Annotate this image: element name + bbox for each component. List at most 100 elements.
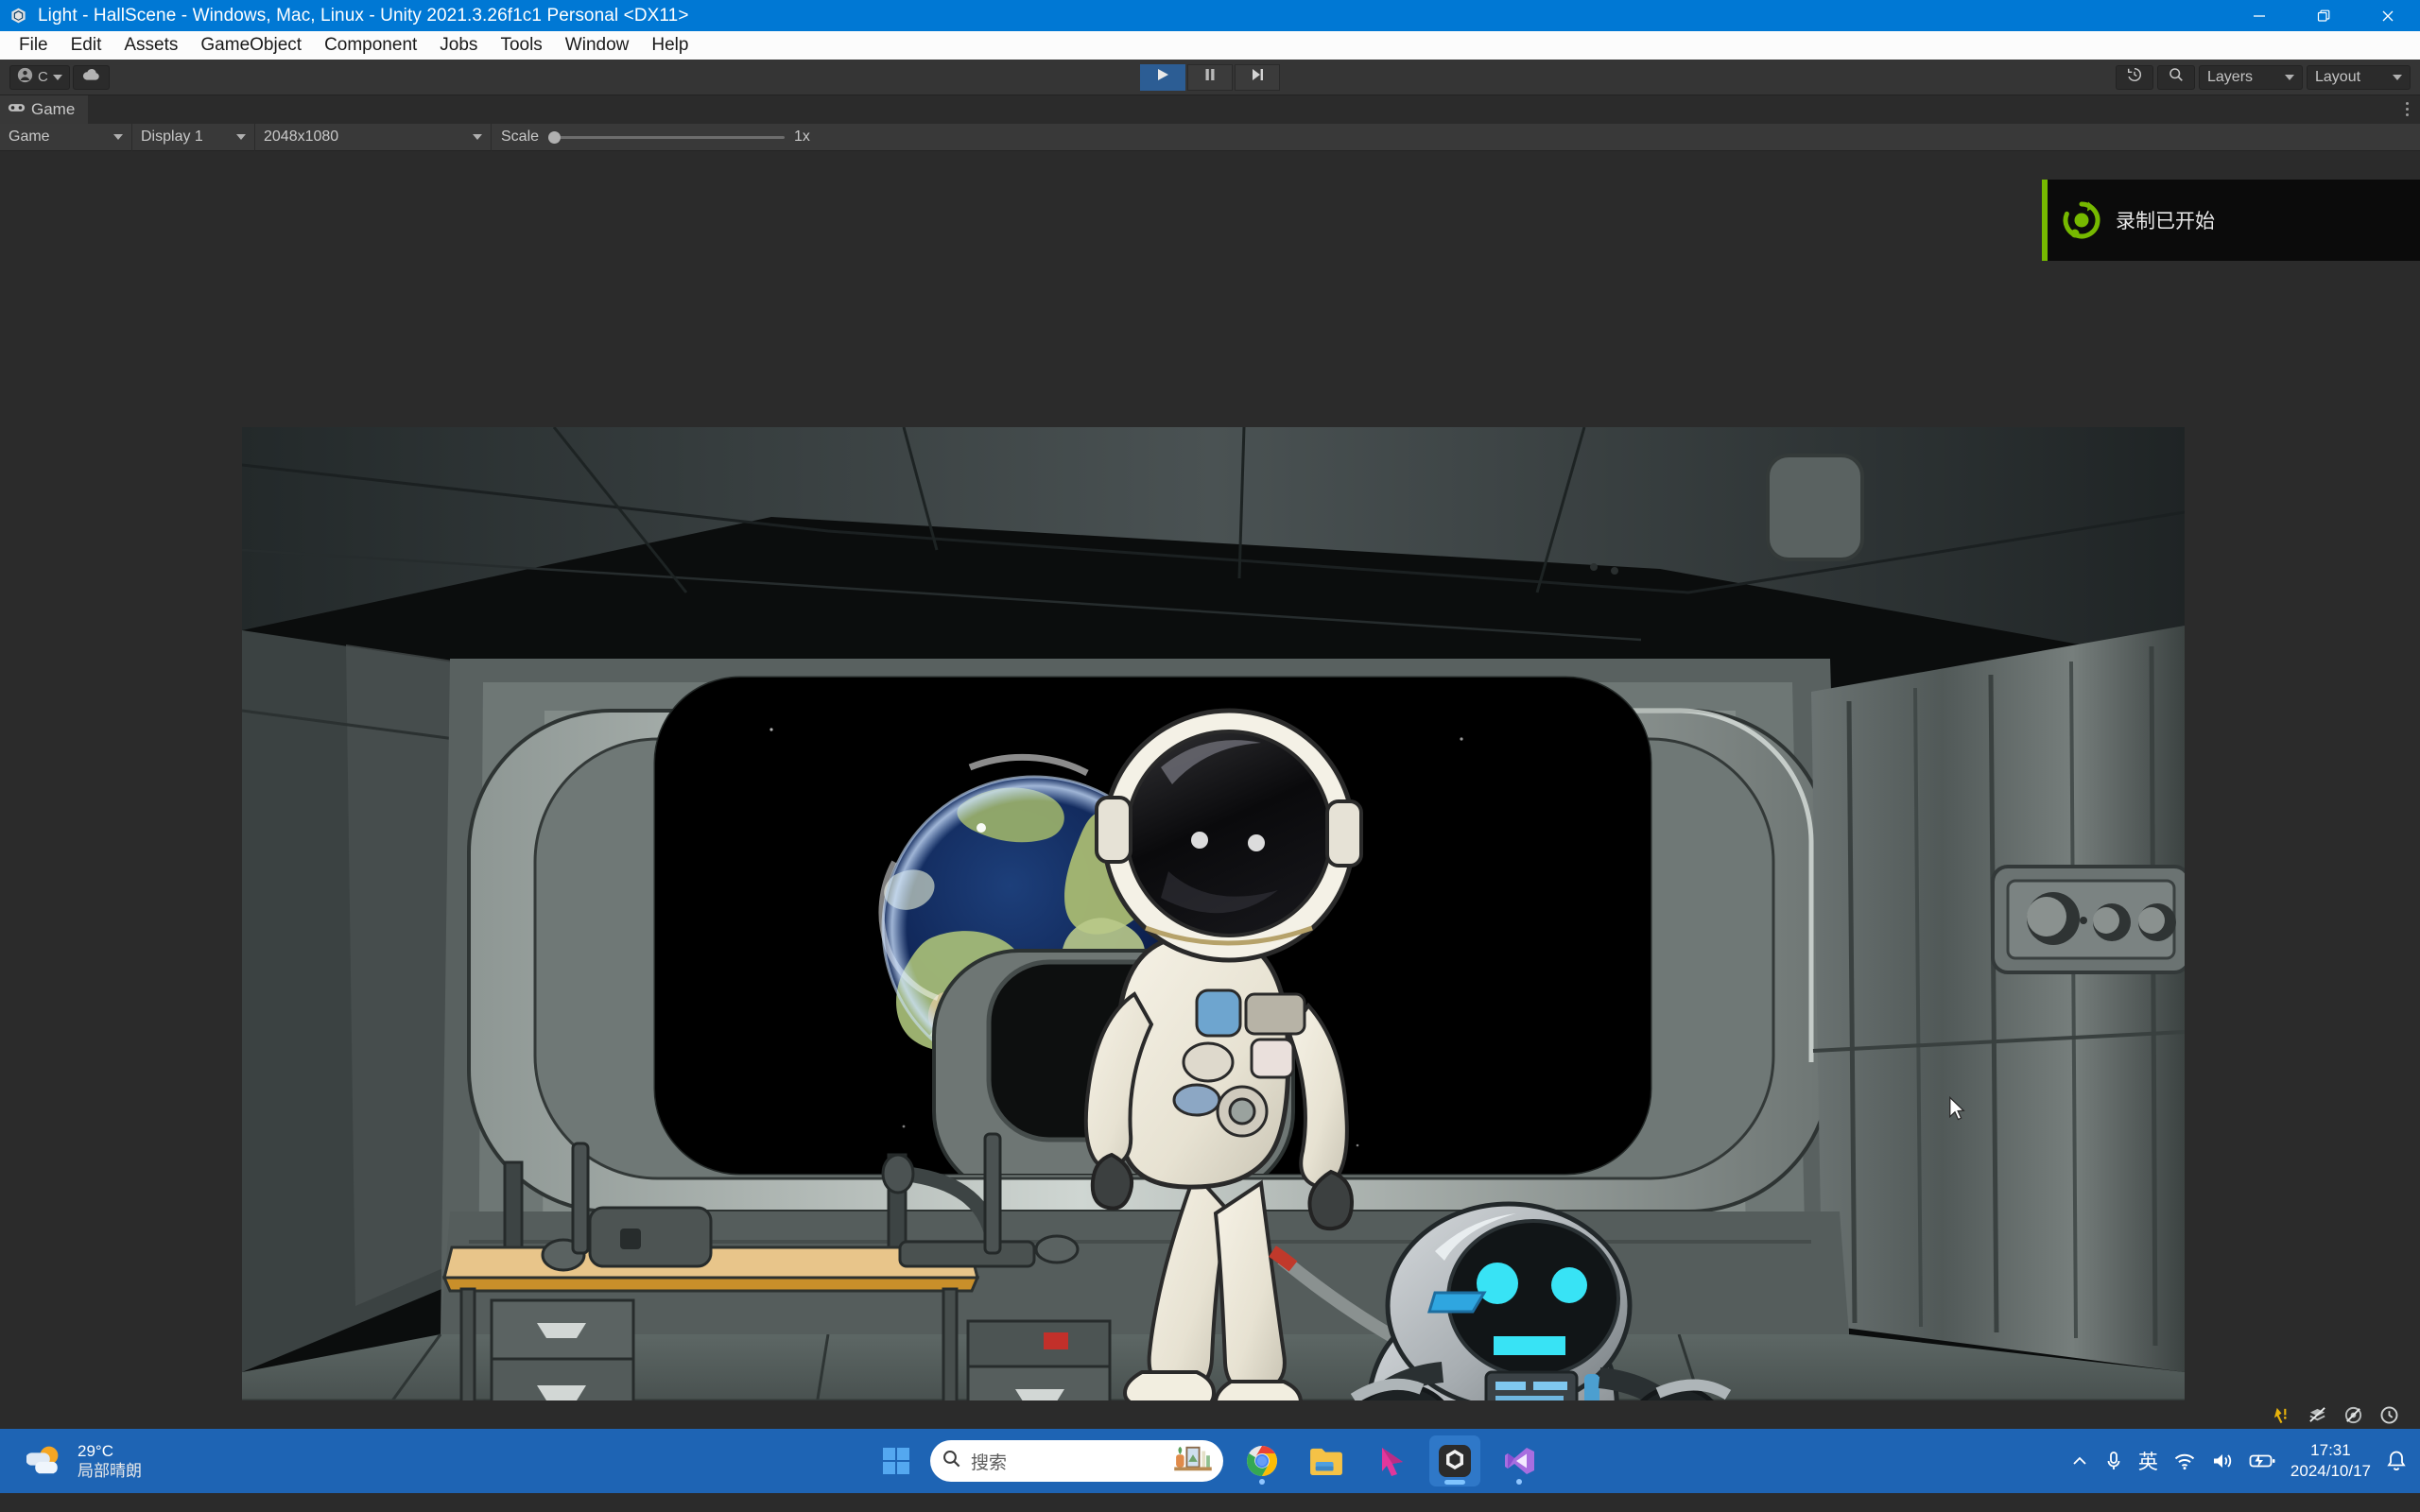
- unity-icon: [6, 4, 30, 28]
- window-titlebar: Light - HallScene - Windows, Mac, Linux …: [0, 0, 2420, 31]
- pause-icon: [1201, 66, 1219, 88]
- partly-sunny-icon: [26, 1440, 66, 1483]
- play-button[interactable]: [1140, 63, 1185, 91]
- start-button[interactable]: [875, 1440, 917, 1482]
- taskbar-app-cursor[interactable]: [1365, 1435, 1416, 1486]
- recording-toast: 录制已开始: [2042, 180, 2420, 261]
- taskbar-center: 搜索: [875, 1435, 1545, 1486]
- cloud-button[interactable]: [72, 64, 110, 90]
- tab-game-label: Game: [31, 100, 76, 118]
- unity-status-strip: [0, 1400, 2420, 1429]
- warning-icon[interactable]: [2263, 1400, 2299, 1429]
- eye-off-icon[interactable]: [2335, 1400, 2371, 1429]
- ime-indicator[interactable]: 英: [2138, 1447, 2158, 1475]
- scale-label: Scale: [501, 129, 540, 145]
- clock-icon[interactable]: [2371, 1400, 2407, 1429]
- taskbar-app-file-explorer[interactable]: [1301, 1435, 1352, 1486]
- game-view-area: 录制已开始: [0, 151, 2420, 1400]
- toolbar-left-group: C: [9, 64, 110, 90]
- search-icon: [942, 1449, 961, 1473]
- active-indicator: [1444, 1480, 1465, 1485]
- taskbar-clock[interactable]: 17:31 2024/10/17: [2290, 1440, 2371, 1482]
- pause-button[interactable]: [1187, 63, 1233, 91]
- display-label: Display 1: [141, 129, 203, 145]
- minimize-button[interactable]: [2227, 0, 2291, 31]
- chevron-down-icon: [52, 74, 62, 80]
- resolution-label: 2048x1080: [264, 129, 339, 145]
- scale-slider[interactable]: [548, 130, 786, 144]
- running-indicator: [1516, 1479, 1522, 1485]
- menu-window[interactable]: Window: [554, 32, 641, 59]
- menu-file[interactable]: File: [8, 32, 60, 59]
- chevron-down-icon: [236, 134, 246, 140]
- weather-condition: 局部晴朗: [78, 1462, 142, 1480]
- step-icon: [1249, 66, 1266, 88]
- play-icon: [1154, 66, 1171, 88]
- clock-time: 17:31: [2310, 1440, 2351, 1459]
- volume-icon[interactable]: [2211, 1452, 2234, 1470]
- scale-value: 1x: [794, 129, 810, 145]
- history-icon: [2126, 66, 2143, 88]
- search-placeholder: 搜索: [971, 1452, 1008, 1473]
- view-mode-label: Game: [9, 129, 50, 145]
- menu-gameobject[interactable]: GameObject: [189, 32, 313, 59]
- account-label: C: [38, 69, 48, 85]
- game-render-stage[interactable]: [242, 427, 2185, 1400]
- view-mode-dropdown[interactable]: Game: [0, 123, 132, 151]
- display-dropdown[interactable]: Display 1: [132, 123, 255, 151]
- scale-control: Scale 1x: [492, 124, 820, 151]
- wall-panel: [1991, 865, 2185, 974]
- weather-temperature: 29°C: [78, 1441, 113, 1460]
- bell-icon[interactable]: [2386, 1450, 2407, 1472]
- menu-component[interactable]: Component: [313, 32, 428, 59]
- windows-taskbar: 29°C 局部晴朗 搜索 英 17:31 2024/10/17: [0, 1429, 2420, 1493]
- gamepad-icon: [8, 101, 26, 118]
- game-view-toolbar: Game Display 1 2048x1080 Scale 1x: [0, 123, 2420, 151]
- layout-dropdown[interactable]: Layout: [2307, 64, 2411, 90]
- microphone-icon[interactable]: [2104, 1451, 2123, 1471]
- chevron-up-icon[interactable]: [2070, 1452, 2089, 1470]
- account-dropdown[interactable]: C: [9, 64, 70, 90]
- close-button[interactable]: [2356, 0, 2420, 31]
- menu-help[interactable]: Help: [640, 32, 700, 59]
- menu-edit[interactable]: Edit: [60, 32, 113, 59]
- panel-tab-row: Game: [0, 95, 2420, 124]
- account-icon: [17, 67, 33, 88]
- scale-slider-knob[interactable]: [548, 130, 562, 144]
- menu-bar: File Edit Assets GameObject Component Jo…: [0, 31, 2420, 60]
- search-icon: [2168, 66, 2185, 88]
- cloud-icon: [82, 68, 100, 86]
- toolbar-right-group: Layers Layout: [2116, 64, 2411, 90]
- menu-jobs[interactable]: Jobs: [428, 32, 489, 59]
- chevron-down-icon: [113, 134, 123, 140]
- tab-game[interactable]: Game: [0, 95, 89, 124]
- playmode-controls: [1140, 63, 1280, 91]
- taskbar-app-visual-studio[interactable]: [1494, 1435, 1545, 1486]
- mouse-cursor: [1949, 1096, 1965, 1121]
- resolution-dropdown[interactable]: 2048x1080: [255, 123, 492, 151]
- layers-label: Layers: [2207, 68, 2254, 85]
- menu-assets[interactable]: Assets: [112, 32, 189, 59]
- system-tray: 英 17:31 2024/10/17: [2070, 1440, 2407, 1482]
- wifi-icon[interactable]: [2173, 1452, 2196, 1470]
- taskbar-app-unity[interactable]: [1429, 1435, 1480, 1486]
- search-button[interactable]: [2157, 64, 2195, 90]
- weather-widget[interactable]: 29°C 局部晴朗: [26, 1440, 142, 1483]
- window-controls: [2227, 0, 2420, 31]
- chevron-down-icon: [2393, 74, 2402, 80]
- battery-charging-icon[interactable]: [2249, 1452, 2275, 1469]
- kebab-menu-icon[interactable]: [2406, 102, 2409, 116]
- layers-dropdown[interactable]: Layers: [2199, 64, 2303, 90]
- stack-disabled-icon[interactable]: [2299, 1400, 2335, 1429]
- taskbar-app-chrome[interactable]: [1236, 1435, 1288, 1486]
- shelf-icon[interactable]: [1174, 1444, 1212, 1479]
- maximize-restore-button[interactable]: [2291, 0, 2356, 31]
- search-input[interactable]: 搜索: [930, 1440, 1223, 1482]
- running-indicator: [1259, 1479, 1265, 1485]
- nvidia-record-icon: [2048, 198, 2116, 243]
- step-button[interactable]: [1235, 63, 1280, 91]
- menu-tools[interactable]: Tools: [489, 32, 553, 59]
- history-button[interactable]: [2116, 64, 2153, 90]
- clock-date: 2024/10/17: [2290, 1462, 2371, 1480]
- unity-toolbar: C Layers Layout: [0, 60, 2420, 95]
